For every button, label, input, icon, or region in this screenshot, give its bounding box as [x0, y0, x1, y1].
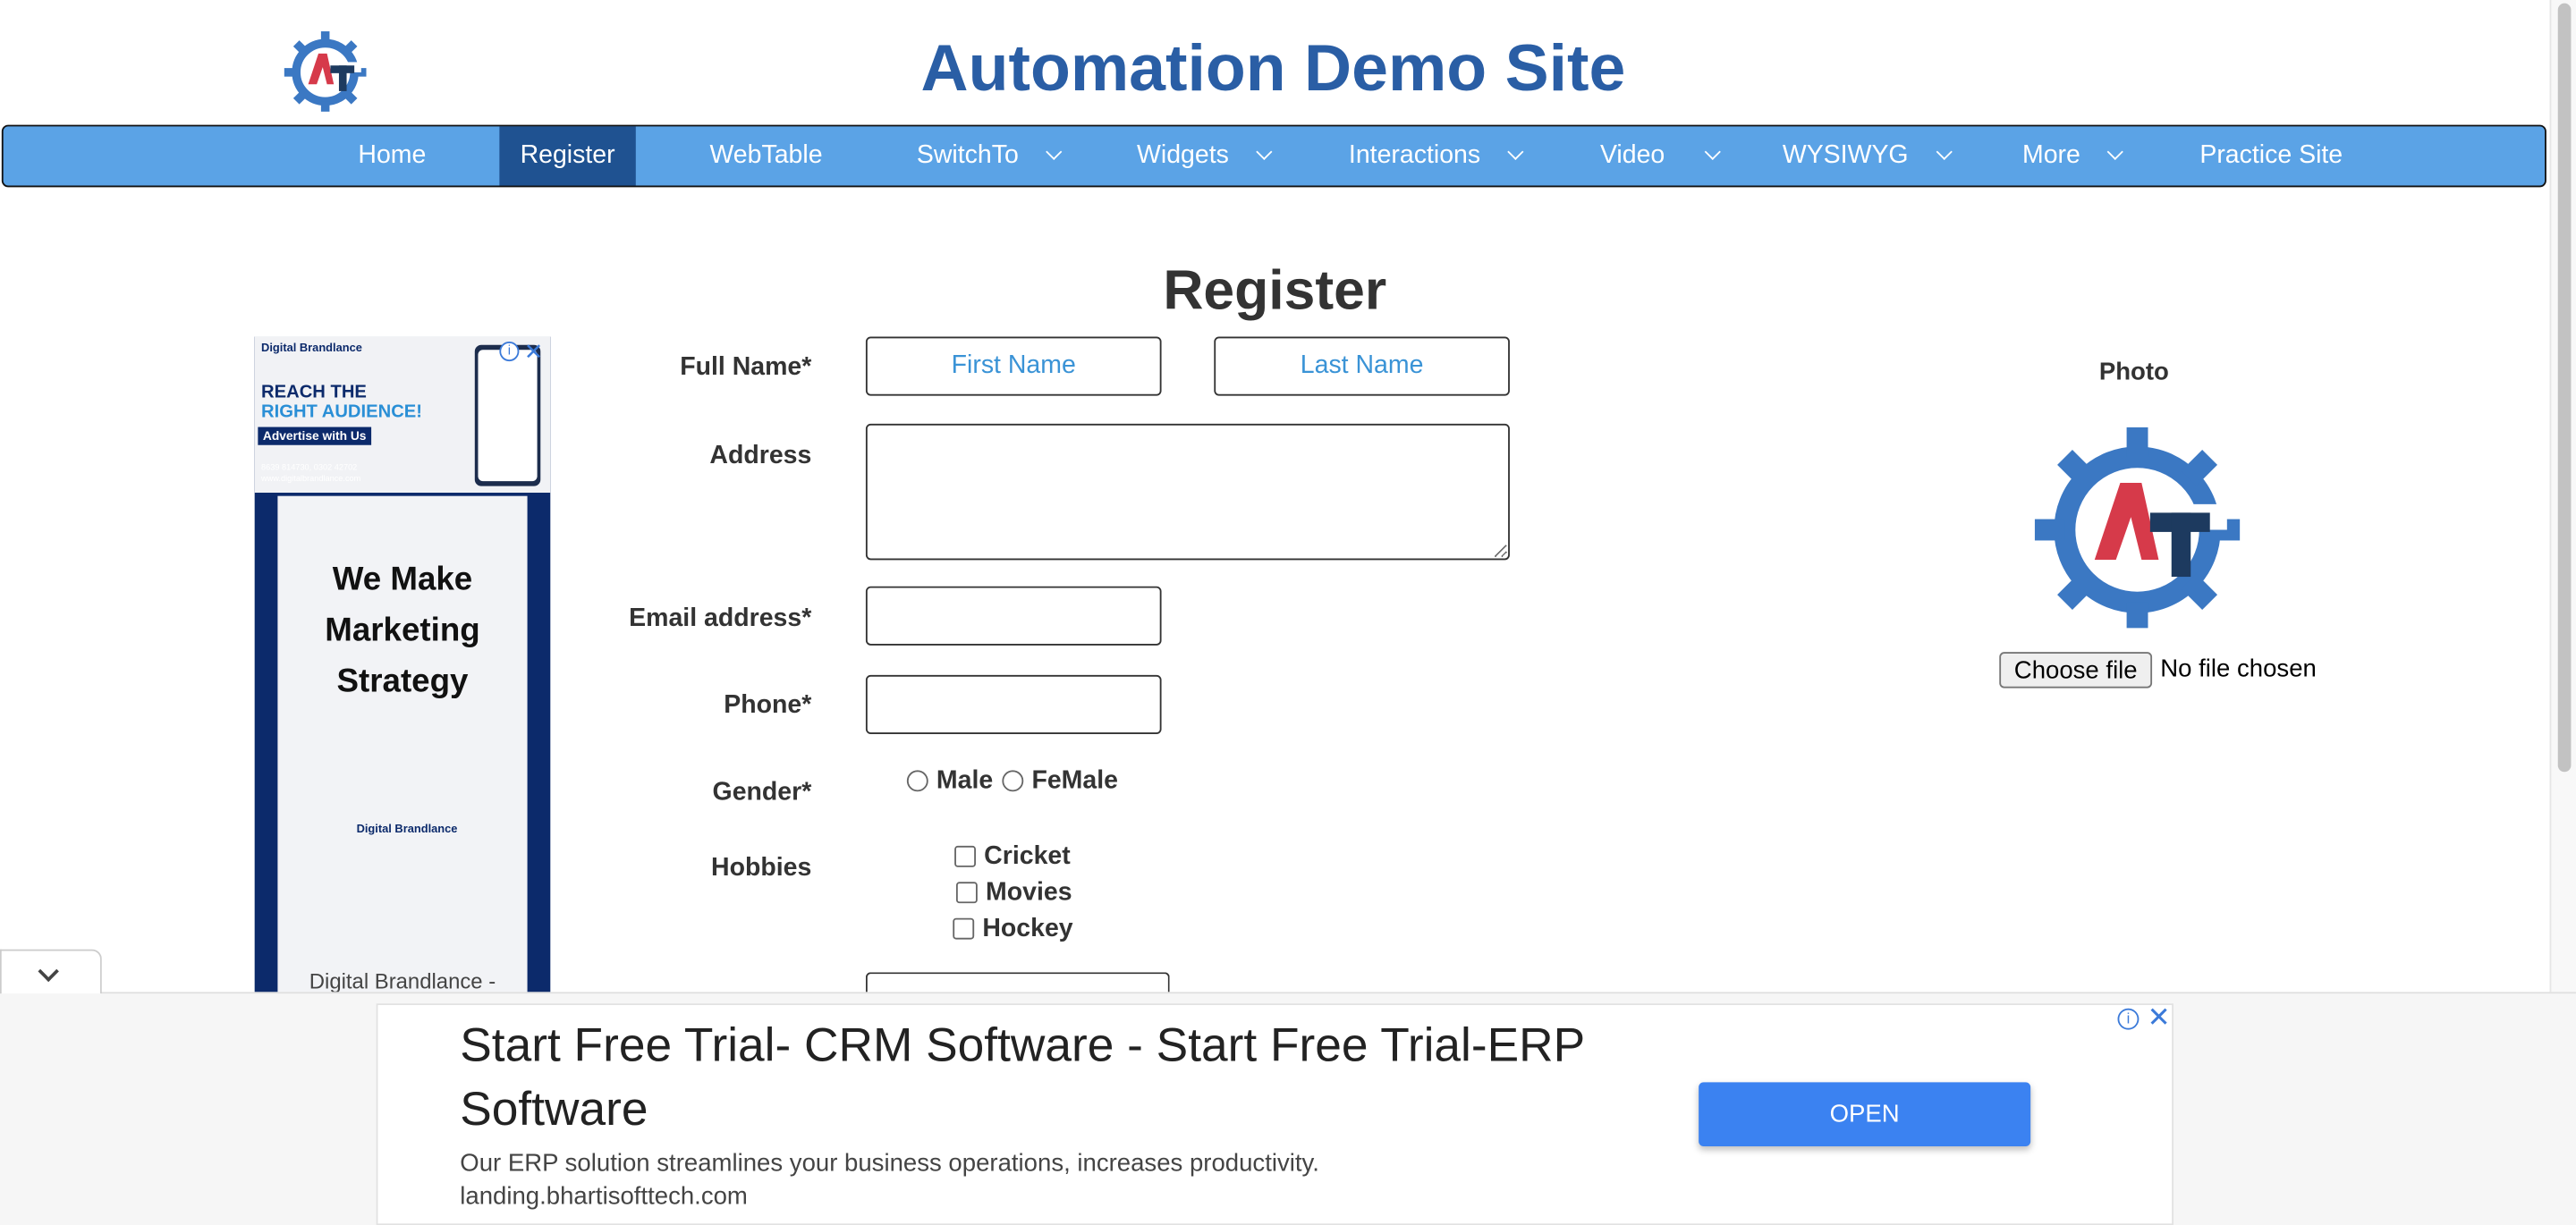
side-ad-footer: Digital Brandlance - [309, 968, 496, 994]
open-button[interactable]: OPEN [1699, 1082, 2031, 1147]
bottom-ad-url[interactable]: landing.bhartisofttech.com [460, 1182, 748, 1210]
no-file-text: No file chosen [2160, 655, 2317, 684]
chevron-down-icon [1046, 143, 1063, 160]
side-ad-card: We Make Marketing Strategy Digital Brand… [277, 495, 528, 994]
bottom-ad-title[interactable]: Start Free Trial- CRM Software - Start F… [460, 1015, 1610, 1143]
hobby-movies-label[interactable]: Movies [986, 879, 1072, 908]
side-advertisement[interactable]: Digital Brandlance REACH THE RIGHT AUDIE… [254, 336, 551, 994]
scrollbar-thumb[interactable] [2557, 3, 2572, 773]
gender-female-radio[interactable] [1002, 770, 1024, 792]
email-input[interactable] [865, 586, 1162, 646]
address-textarea[interactable] [865, 423, 1510, 561]
close-icon[interactable]: ✕ [2148, 1001, 2171, 1035]
gender-male-label[interactable]: Male [936, 767, 993, 797]
photo-label: Photo [2098, 358, 2169, 386]
nav-label: WebTable [709, 140, 823, 170]
close-icon[interactable]: ✕ [524, 338, 544, 366]
side-ad-brand-mid: Digital Brandlance [356, 824, 458, 836]
page-scrollbar[interactable] [2549, 0, 2576, 993]
nav-label: More [2021, 140, 2080, 170]
gender-male-radio[interactable] [906, 770, 928, 792]
side-ad-reach-line2: RIGHT AUDIENCE! [261, 401, 423, 423]
nav-item-video[interactable]: Video [1599, 126, 1722, 185]
nav-item-more[interactable]: More [2021, 126, 2124, 185]
nav-item-widgets[interactable]: Widgets [1136, 126, 1273, 185]
nav-item-interactions[interactable]: Interactions [1348, 126, 1524, 185]
nav-label: WYSIWYG [1782, 140, 1909, 170]
side-ad-headline: We Make Marketing Strategy [325, 562, 480, 700]
bottom-advertisement[interactable]: Start Free Trial- CRM Software - Start F… [376, 1001, 2174, 1225]
side-ad-contact: 8639 814730, 0302 42702 www.digitalbrand… [261, 463, 360, 486]
chevron-down-icon [1705, 143, 1722, 160]
hobby-hockey-label[interactable]: Hockey [982, 915, 1072, 944]
side-ad-website: www.digitalbrandlance.com [261, 474, 361, 485]
hobby-hockey-checkbox[interactable] [953, 917, 975, 940]
nav-item-register[interactable]: Register [499, 126, 636, 186]
chevron-down-icon [1256, 143, 1273, 160]
side-ad-advertise: Advertise with Us [258, 427, 371, 445]
chevron-down-icon [2107, 143, 2124, 160]
nav-item-webtable[interactable]: WebTable [709, 126, 822, 185]
info-icon[interactable]: i [2117, 1008, 2140, 1030]
hobby-movies-checkbox[interactable] [955, 882, 978, 904]
hobby-cricket-checkbox[interactable] [954, 845, 976, 867]
site-title: Automation Demo Site [920, 32, 1626, 106]
nav-label: Widgets [1136, 140, 1229, 170]
hobby-cricket-label[interactable]: Cricket [984, 842, 1071, 872]
last-name-input[interactable] [1214, 336, 1510, 396]
side-ad-reach: REACH THE RIGHT AUDIENCE! [261, 383, 422, 422]
chevron-down-icon [1935, 143, 1953, 160]
page-title: Register [1163, 259, 1387, 322]
choose-file-button[interactable]: Choose file [1999, 652, 2153, 689]
side-ad-reach-line1: REACH THE [261, 382, 367, 402]
chevron-down-icon [1507, 143, 1524, 160]
nav-label: Interactions [1348, 140, 1481, 170]
nav-label: Home [358, 140, 427, 170]
nav-label: Register [520, 140, 615, 170]
nav-item-home[interactable]: Home [358, 126, 426, 185]
nav-item-switchto[interactable]: SwitchTo [916, 126, 1063, 185]
nav-item-practice-site[interactable]: Practice Site [2199, 126, 2343, 185]
gender-female-label[interactable]: FeMale [1031, 767, 1118, 797]
nav-label: Video [1599, 140, 1665, 170]
main-nav: Home Register WebTable SwitchTo Widgets … [1, 124, 2546, 188]
bottom-ad-description: Our ERP solution streamlines your busine… [460, 1149, 1319, 1178]
info-icon[interactable]: i [499, 342, 520, 362]
collapse-ad-tab[interactable] [0, 949, 102, 994]
side-ad-phones: 8639 814730, 0302 42702 [261, 462, 358, 473]
side-ad-brand: Digital Brandlance [261, 342, 362, 355]
first-name-input[interactable] [865, 336, 1162, 396]
nav-label: Practice Site [2199, 140, 2343, 170]
phone-input[interactable] [865, 674, 1162, 735]
nav-item-wysiwyg[interactable]: WYSIWYG [1782, 126, 1953, 185]
nav-label: SwitchTo [916, 140, 1019, 170]
chevron-down-icon [38, 960, 59, 983]
photo-preview-logo-icon [2034, 427, 2241, 629]
